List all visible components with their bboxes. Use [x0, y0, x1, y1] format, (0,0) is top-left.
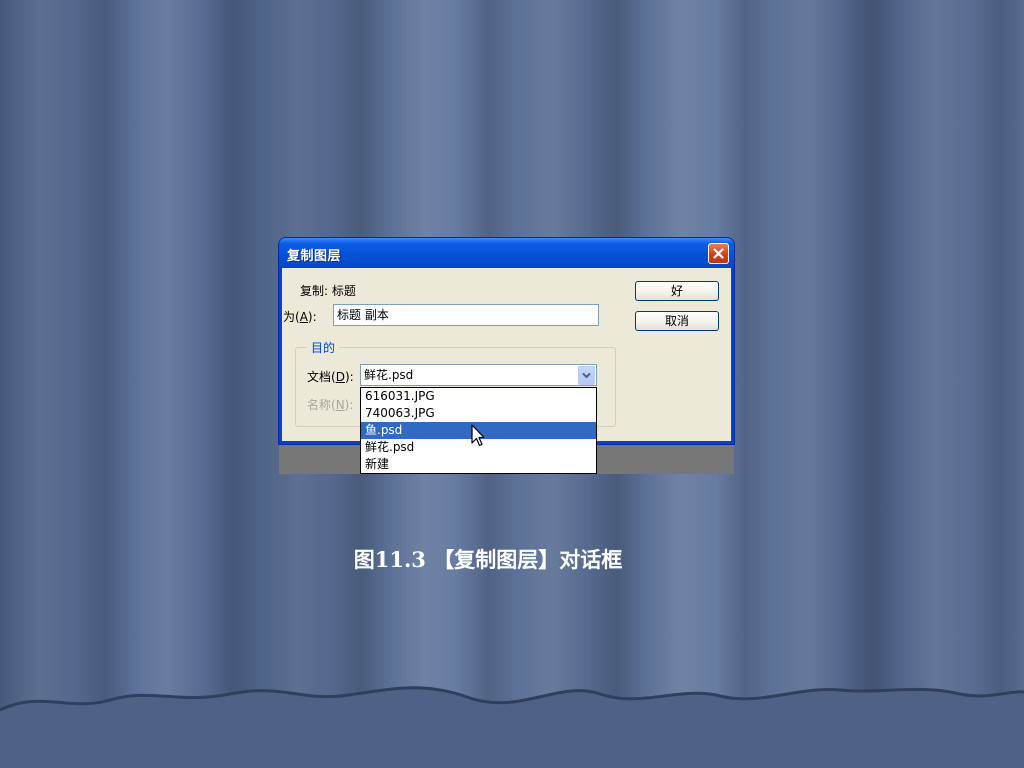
dropdown-option[interactable]: 新建 [361, 456, 596, 473]
destination-group-title: 目的 [307, 339, 340, 356]
dropdown-option[interactable]: 740063.JPG [361, 405, 596, 422]
cancel-button[interactable]: 取消 [635, 311, 719, 331]
dialog-titlebar[interactable]: 复制图层 [279, 238, 734, 268]
source-label: 复制: 标题 [300, 284, 356, 298]
curtain-hem [0, 686, 1024, 768]
dialog-title: 复制图层 [287, 249, 342, 264]
document-dropdown-button[interactable] [578, 366, 595, 385]
dropdown-option[interactable]: 616031.JPG [361, 388, 596, 405]
close-button[interactable] [708, 243, 729, 264]
ok-button[interactable]: 好 [635, 281, 719, 301]
document-label: 文档(D): [307, 370, 354, 384]
name-label: 名称(N): [307, 398, 354, 412]
document-select-value: 鲜花.psd [364, 368, 414, 382]
layer-name-input[interactable]: 标题 副本 [333, 304, 599, 326]
chevron-down-icon [582, 372, 591, 379]
close-icon [713, 248, 724, 259]
as-label: 为(A): [283, 310, 317, 324]
figure-caption: 图11.3 【复制图层】对话框 [353, 547, 623, 572]
mouse-pointer-icon [471, 424, 485, 447]
document-select[interactable]: 鲜花.psd [360, 364, 597, 386]
